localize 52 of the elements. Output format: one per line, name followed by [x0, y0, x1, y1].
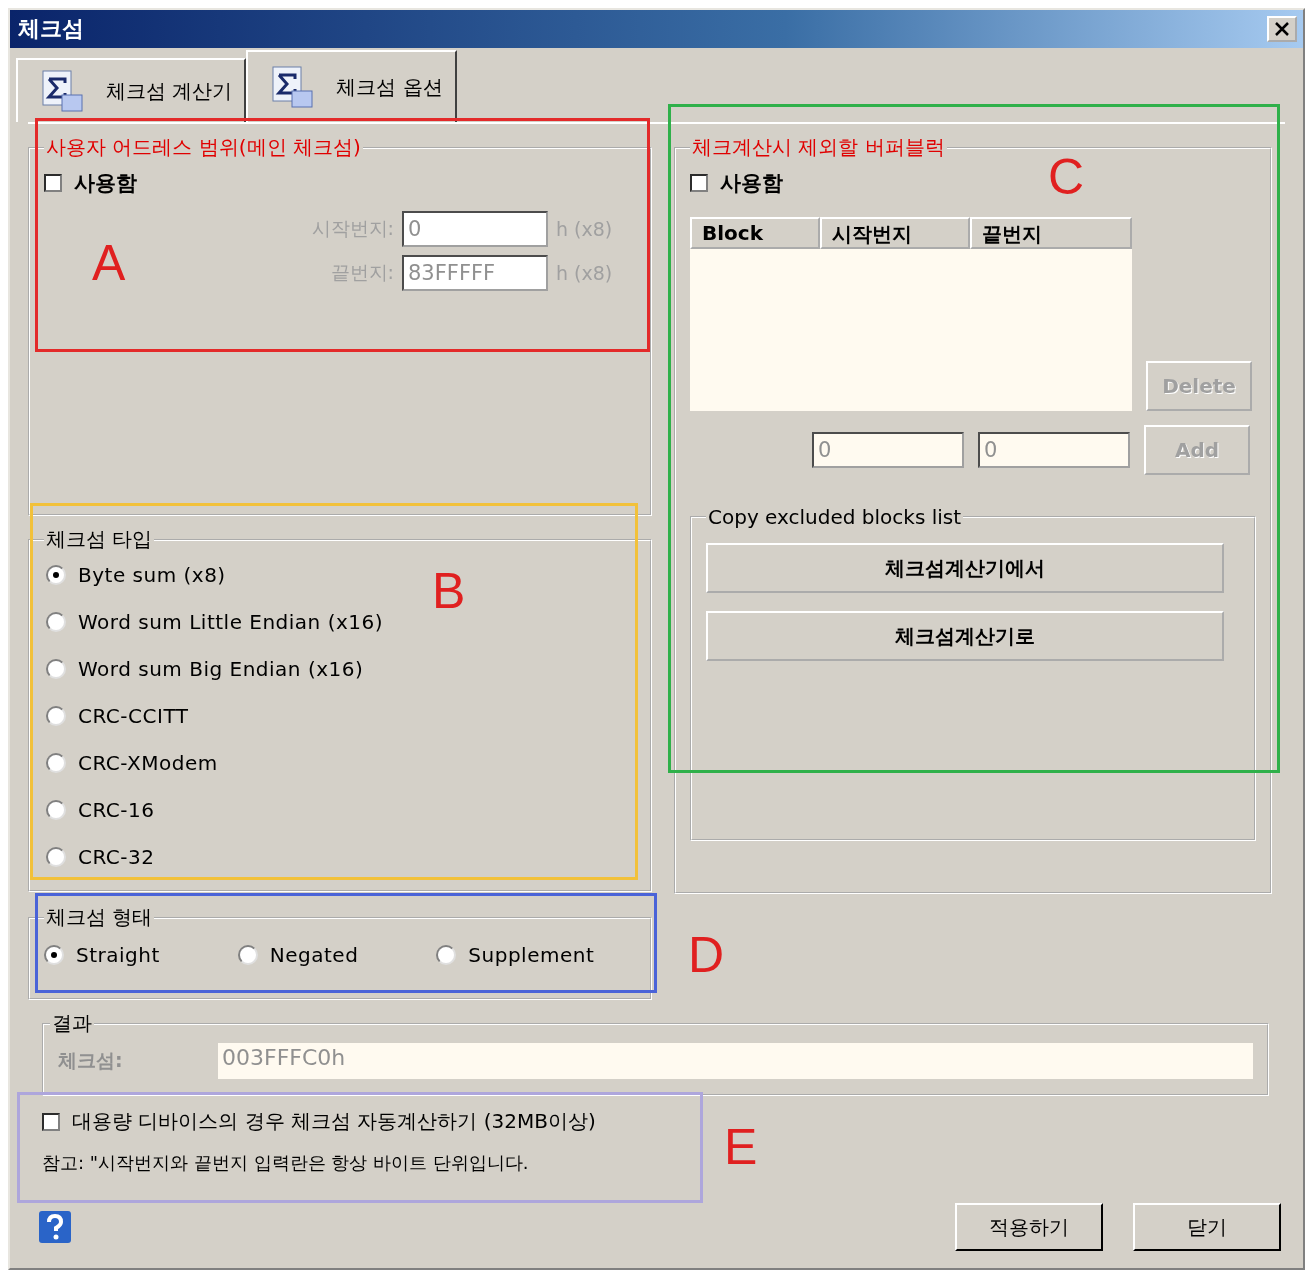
- result-field: 003FFFC0h: [218, 1043, 1253, 1079]
- sigma-document-icon: [270, 65, 315, 109]
- group-title: Copy excluded blocks list: [707, 505, 963, 529]
- column-header[interactable]: 끝번지: [970, 217, 1132, 249]
- dialog-button[interactable]: 닫기: [1133, 1203, 1281, 1251]
- checkbox[interactable]: [690, 174, 708, 192]
- radio-button[interactable]: [46, 659, 66, 679]
- radio-option[interactable]: CRC-32: [46, 845, 636, 869]
- note-text: 참고: "시작번지와 끝번지 입력란은 항상 바이트 단위입니다.: [42, 1151, 530, 1175]
- close-icon: [1274, 22, 1290, 36]
- radio-button[interactable]: [46, 847, 66, 867]
- result-label: 체크섬:: [58, 1048, 124, 1073]
- checkbox[interactable]: [44, 174, 62, 192]
- annotation-letter: D: [688, 930, 725, 980]
- radio-option[interactable]: Word sum Big Endian (x16): [46, 657, 636, 681]
- radio-button[interactable]: [44, 945, 64, 965]
- group-title: 체크섬 형태: [45, 904, 154, 931]
- radio-button[interactable]: [46, 612, 66, 632]
- help-icon[interactable]: [38, 1210, 72, 1244]
- tab[interactable]: 체크섬 옵션: [246, 50, 457, 122]
- radio-button[interactable]: [46, 800, 66, 820]
- auto-calc-checkbox[interactable]: 대용량 디바이스의 경우 체크섬 자동계산하기 (32MB이상): [42, 1108, 596, 1135]
- group-title: 결과: [51, 1010, 93, 1037]
- radio-option[interactable]: Straight: [44, 943, 160, 967]
- column-header[interactable]: 시작번지: [820, 217, 970, 249]
- radio-button[interactable]: [46, 565, 66, 585]
- radio-option[interactable]: CRC-CCITT: [46, 704, 636, 728]
- sigma-document-icon: [40, 69, 84, 113]
- copy-button[interactable]: 체크섬계산기에서: [706, 543, 1224, 593]
- group-title: 체크섬 타입: [45, 526, 154, 553]
- enable-checkbox[interactable]: 사용함: [690, 169, 783, 197]
- column-header[interactable]: Block: [690, 217, 820, 249]
- annotation-letter: C: [1048, 152, 1085, 202]
- radio-button[interactable]: [46, 753, 66, 773]
- group-title: 체크계산시 제외할 버퍼블럭: [691, 134, 946, 161]
- radio-option[interactable]: Negated: [237, 943, 359, 967]
- radio-button[interactable]: [436, 945, 457, 965]
- radio-option[interactable]: Supplement: [436, 943, 595, 967]
- window-title: 체크섬: [18, 15, 84, 43]
- close-button[interactable]: [1267, 16, 1297, 42]
- dialog-button[interactable]: 적용하기: [955, 1203, 1103, 1251]
- enable-checkbox[interactable]: 사용함: [44, 169, 137, 197]
- tab[interactable]: 체크섬 계산기: [16, 58, 247, 122]
- radio-option[interactable]: CRC-16: [46, 798, 636, 822]
- radio-button[interactable]: [46, 706, 66, 726]
- copy-button[interactable]: 체크섬계산기로: [706, 611, 1224, 661]
- radio-button[interactable]: [237, 945, 258, 965]
- radio-option[interactable]: CRC-XModem: [46, 751, 636, 775]
- group-title: 사용자 어드레스 범위(메인 체크섬): [45, 134, 362, 161]
- checkbox[interactable]: [42, 1112, 60, 1131]
- annotation-letter: E: [724, 1122, 758, 1172]
- annotation-letter: A: [92, 238, 126, 288]
